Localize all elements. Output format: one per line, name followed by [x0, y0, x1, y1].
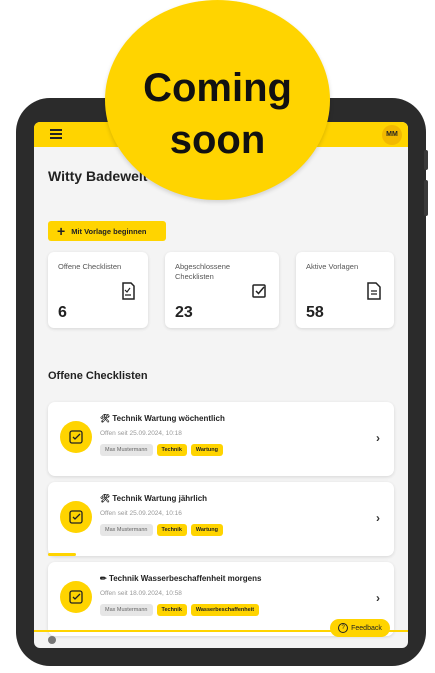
checklist-title: 🛠 Technik Wartung wöchentlich — [100, 414, 225, 423]
document-icon — [367, 282, 381, 300]
stat-label: Offene Checklisten — [58, 262, 122, 271]
checklist-tags: Max Mustermann Technik Wartung — [100, 524, 223, 536]
coming-soon-badge: Coming soon — [105, 0, 330, 200]
stat-value: 23 — [175, 304, 193, 321]
checklist-date: Offen seit 25.09.2024, 10:18 — [100, 430, 182, 437]
page-title: Witty Badewelt — [48, 168, 148, 184]
category-tag: Technik — [156, 524, 187, 536]
chevron-right-icon[interactable]: › — [376, 591, 380, 605]
chevron-right-icon[interactable]: › — [376, 511, 380, 525]
checklist-tags: Max Mustermann Technik Wartung — [100, 444, 223, 456]
checkbox-icon — [252, 284, 266, 298]
checklist-title: ✏ Technik Wasserbeschaffenheit morgens — [100, 574, 262, 583]
start-template-button[interactable]: + Mit Vorlage beginnen — [48, 221, 166, 241]
stat-value: 6 — [58, 304, 67, 321]
stat-value: 58 — [306, 304, 324, 321]
user-tag: Max Mustermann — [100, 524, 153, 536]
checklist-card[interactable]: 🛠 Technik Wartung jährlich Offen seit 25… — [48, 482, 394, 556]
avatar[interactable]: MM — [382, 125, 402, 145]
category-tag: Wartung — [190, 524, 223, 536]
checklist-date: Offen seit 18.09.2024, 10:58 — [100, 590, 182, 597]
checkbox-icon — [60, 421, 92, 453]
checklist-icon — [122, 282, 135, 300]
checkbox-icon — [60, 501, 92, 533]
category-tag: Technik — [156, 604, 187, 616]
camera-dot — [48, 636, 56, 644]
checkbox-icon — [60, 581, 92, 613]
category-tag: Wartung — [190, 444, 223, 456]
stat-card-completed[interactable]: Abgeschlossene Checklisten 23 — [165, 252, 279, 328]
stat-label: Abgeschlossene Checklisten — [175, 262, 231, 281]
checklist-tags: Max Mustermann Technik Wasserbeschaffenh… — [100, 604, 260, 616]
stat-card-open[interactable]: Offene Checklisten 6 — [48, 252, 148, 328]
hamburger-icon[interactable] — [50, 129, 62, 140]
checklist-date: Offen seit 25.09.2024, 10:16 — [100, 510, 182, 517]
app-screen: MM Witty Badewelt + Mit Vorlage beginnen… — [34, 122, 408, 648]
category-tag: Wasserbeschaffenheit — [190, 604, 260, 616]
badge-line-1: Coming — [143, 66, 292, 110]
plus-icon: + — [57, 223, 66, 239]
volume-button-lower — [424, 180, 428, 216]
user-tag: Max Mustermann — [100, 604, 153, 616]
volume-button — [424, 150, 428, 170]
feedback-button[interactable]: ? Feedback — [330, 619, 390, 637]
stat-label: Aktive Vorlagen — [306, 262, 359, 271]
stat-card-templates[interactable]: Aktive Vorlagen 58 — [296, 252, 394, 328]
help-icon: ? — [338, 623, 349, 633]
chevron-right-icon[interactable]: › — [376, 431, 380, 445]
badge-line-2: soon — [169, 118, 266, 162]
checklist-card[interactable]: 🛠 Technik Wartung wöchentlich Offen seit… — [48, 402, 394, 476]
user-tag: Max Mustermann — [100, 444, 153, 456]
section-title: Offene Checklisten — [48, 370, 148, 382]
checklist-title: 🛠 Technik Wartung jährlich — [100, 494, 208, 503]
feedback-label: Feedback — [351, 624, 382, 632]
progress-bar — [48, 553, 76, 556]
start-template-label: Mit Vorlage beginnen — [71, 226, 147, 236]
category-tag: Technik — [156, 444, 187, 456]
